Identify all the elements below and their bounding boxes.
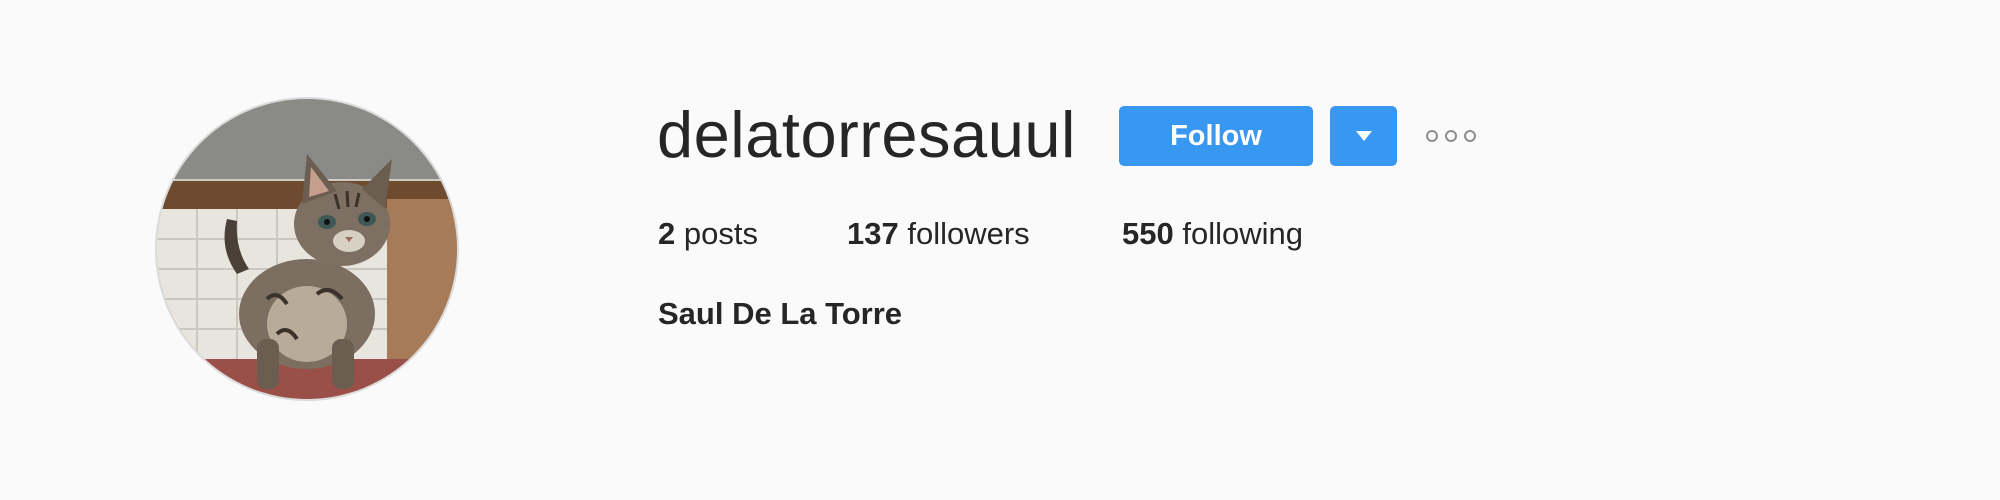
followers-count: 137 [847, 216, 899, 251]
following-stat[interactable]: 550 following [1122, 212, 1303, 256]
chevron-down-icon [1355, 131, 1372, 141]
avatar[interactable] [155, 97, 459, 401]
full-name: Saul De La Torre [658, 296, 903, 331]
posts-count: 2 [658, 216, 676, 251]
suggestions-dropdown-button[interactable] [1330, 106, 1397, 166]
profile-header: delatorresauul Follow 2 posts 137 follow… [0, 0, 2000, 500]
more-options-icon [1426, 130, 1438, 142]
more-options-icon [1464, 130, 1476, 142]
more-options-button[interactable] [1426, 125, 1476, 147]
posts-label: posts [683, 216, 758, 251]
posts-stat: 2 posts [658, 212, 758, 256]
username: delatorresauul [657, 98, 1076, 171]
kitten-photo [157, 99, 457, 399]
follow-button[interactable]: Follow [1119, 106, 1313, 166]
more-options-icon [1445, 130, 1457, 142]
followers-label: followers [907, 216, 1030, 251]
following-label: following [1182, 216, 1303, 251]
following-count: 550 [1122, 216, 1174, 251]
followers-stat[interactable]: 137 followers [847, 212, 1030, 256]
